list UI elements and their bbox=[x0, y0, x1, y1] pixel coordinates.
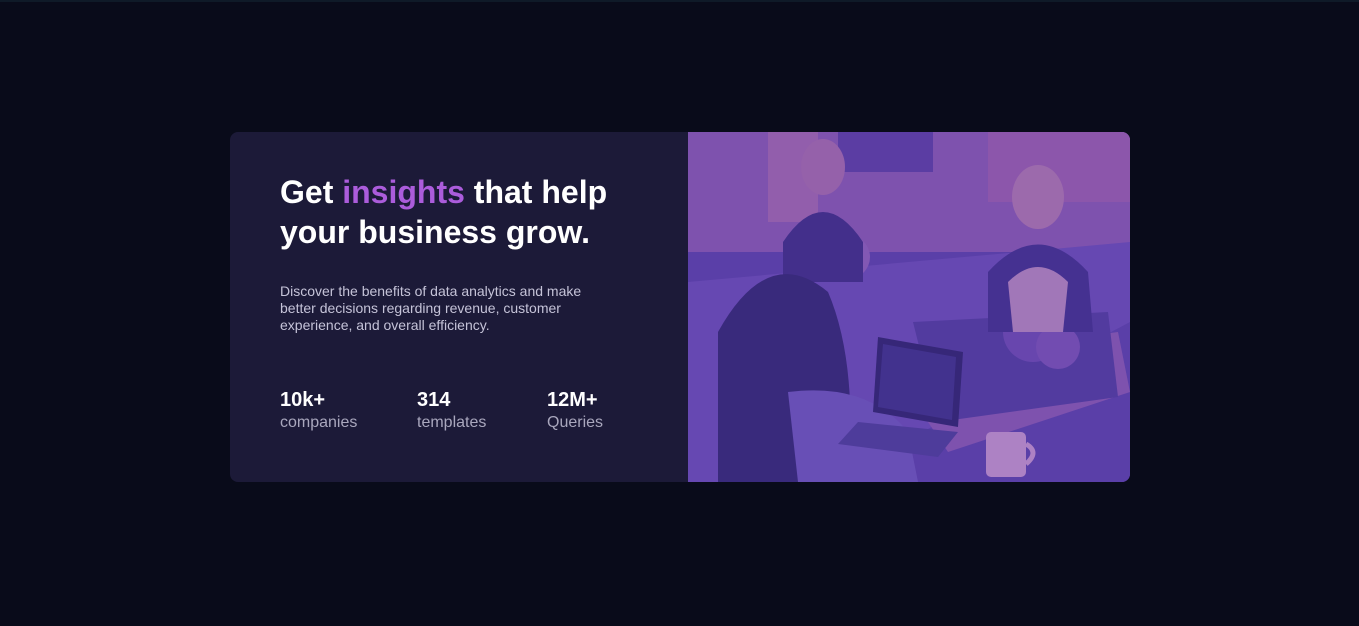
stats-preview-card: Get insights that help your business gro… bbox=[230, 132, 1130, 482]
stat-value: 10k+ bbox=[280, 389, 326, 411]
headline-before: Get bbox=[280, 174, 343, 210]
description: Discover the benefits of data analytics … bbox=[280, 283, 582, 333]
top-divider bbox=[0, 0, 1359, 2]
office-photo-illustration bbox=[688, 132, 1130, 482]
headline-accent: insights bbox=[342, 174, 465, 210]
stat-queries: 12M+ Queries bbox=[547, 388, 637, 434]
stat-label: templates bbox=[417, 414, 487, 431]
stat-label: companies bbox=[280, 414, 358, 431]
tint-overlay bbox=[688, 132, 1130, 482]
headline: Get insights that help your business gro… bbox=[280, 172, 640, 252]
office-photo bbox=[688, 132, 1130, 482]
stat-companies: 10k+ companies bbox=[280, 388, 417, 434]
stat-value: 314 bbox=[417, 389, 451, 411]
card-text-panel: Get insights that help your business gro… bbox=[230, 132, 688, 482]
stat-label: Queries bbox=[547, 414, 604, 431]
stat-templates: 314 templates bbox=[417, 388, 547, 434]
stats-row: 10k+ companies 314 templates 12M+ Querie… bbox=[280, 388, 637, 434]
stat-value: 12M+ bbox=[547, 389, 598, 411]
